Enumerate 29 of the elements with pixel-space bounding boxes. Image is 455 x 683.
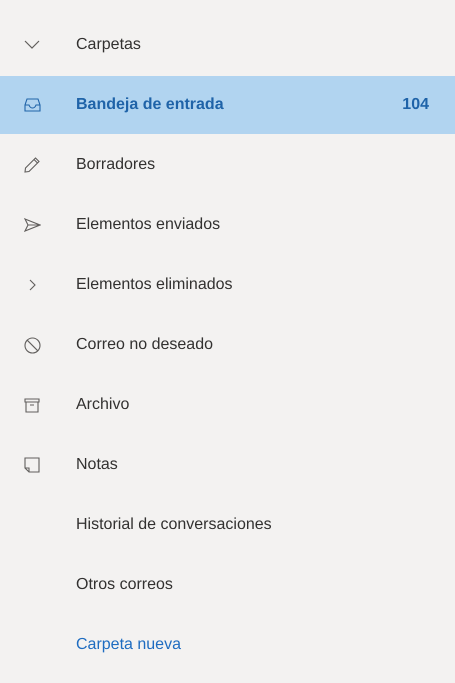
blocked-icon — [24, 336, 40, 354]
archive-icon — [24, 398, 40, 412]
folder-item[interactable]: Otros correos — [0, 555, 455, 615]
folder-label: Correo no deseado — [76, 336, 214, 354]
note-icon — [24, 457, 40, 473]
pencil-icon — [24, 157, 40, 173]
folder-label: Bandeja de entrada — [76, 96, 225, 114]
folder-item[interactable]: Elementos enviados — [0, 195, 455, 255]
folder-item[interactable]: Archivo — [0, 375, 455, 435]
unread-count: 104 — [402, 96, 430, 114]
new-folder-link[interactable]: Carpeta nueva — [76, 636, 181, 654]
folder-label: Elementos eliminados — [76, 276, 234, 294]
folder-label: Historial de conversaciones — [76, 516, 273, 534]
folder-item[interactable]: Notas — [0, 435, 455, 495]
chevron-right-icon[interactable] — [28, 279, 36, 291]
folder-item[interactable]: Elementos eliminados — [0, 255, 455, 315]
inbox-icon — [24, 98, 40, 112]
folder-item[interactable]: Borradores — [0, 135, 455, 195]
folder-item[interactable]: Bandeja de entrada 104 — [0, 76, 455, 134]
section-title: Carpetas — [76, 36, 141, 54]
folder-label: Archivo — [76, 396, 130, 414]
folder-label: Elementos enviados — [76, 216, 222, 234]
chevron-down-icon[interactable] — [24, 40, 40, 50]
send-icon — [24, 218, 40, 232]
folder-item[interactable]: Correo no deseado — [0, 315, 455, 375]
folder-label: Notas — [76, 456, 119, 474]
folder-label: Borradores — [76, 156, 156, 174]
folder-item[interactable]: Historial de conversaciones — [0, 495, 455, 555]
folder-label: Otros correos — [76, 576, 174, 594]
